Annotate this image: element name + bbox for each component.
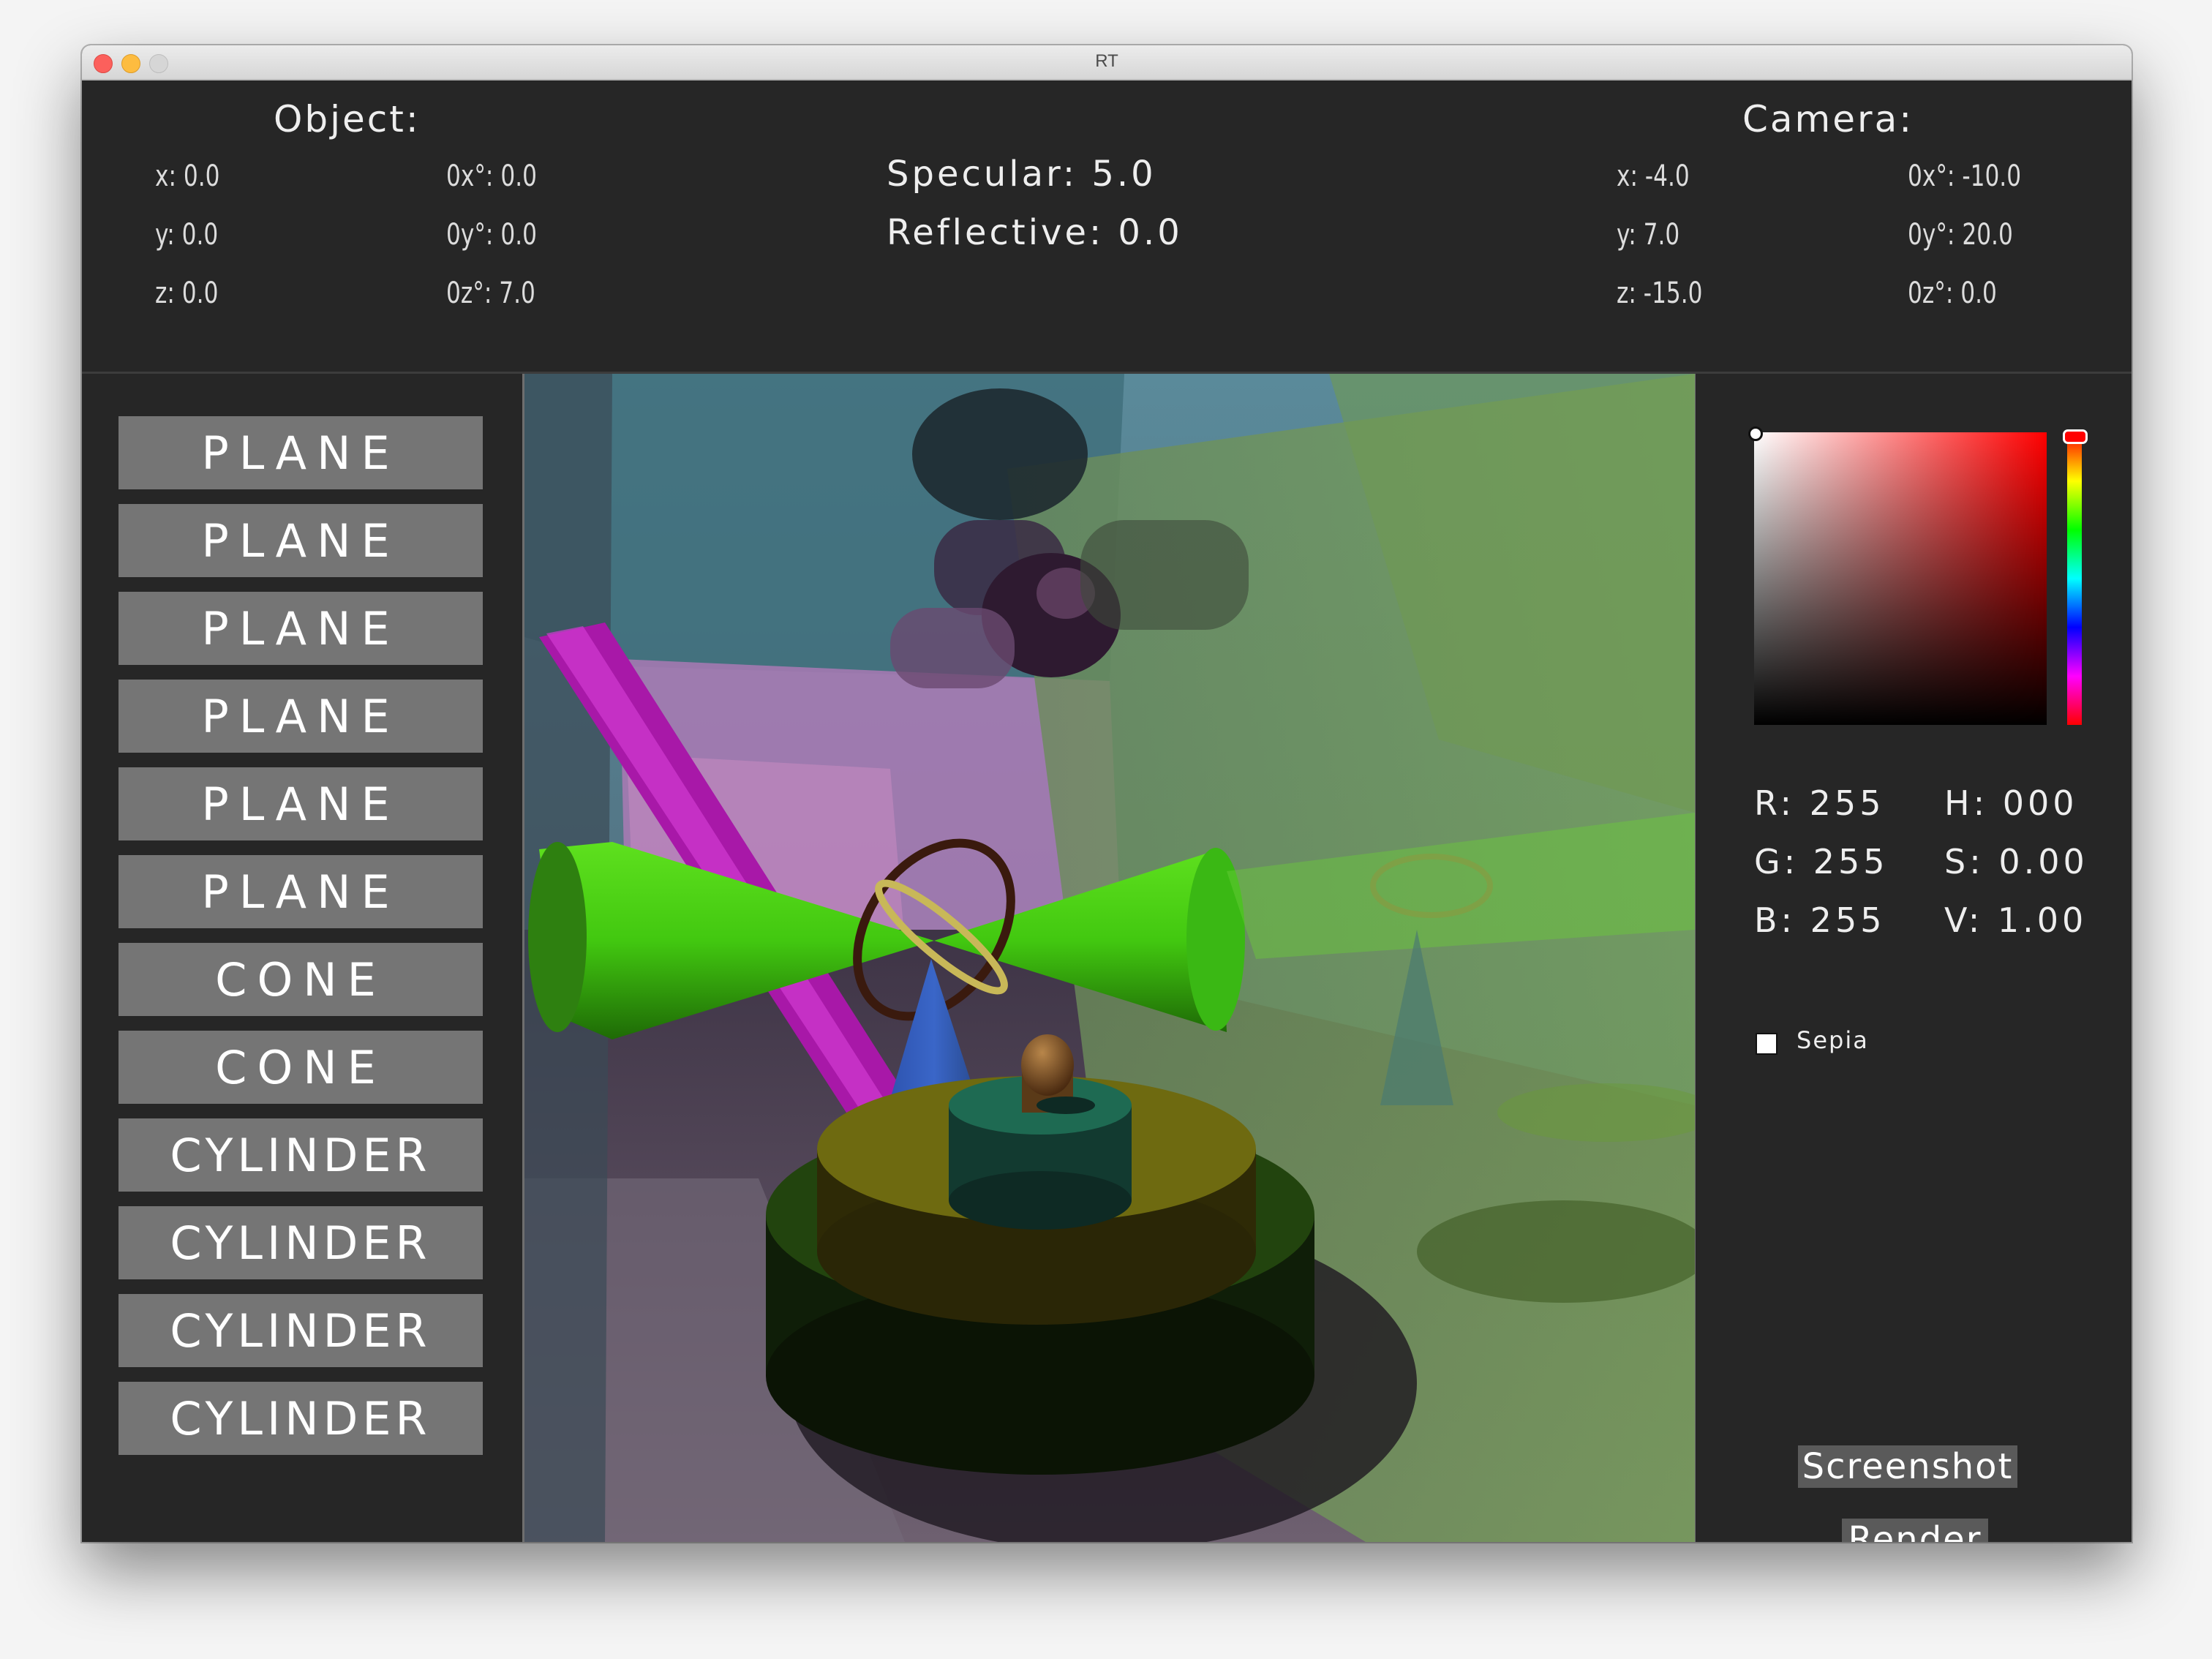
sepia-checkbox[interactable] xyxy=(1756,1033,1778,1055)
object-button-cone[interactable]: CONE xyxy=(118,1031,483,1104)
window-title: RT xyxy=(1095,51,1118,71)
specular-value: Specular: 5.0 xyxy=(887,154,1156,195)
object-y: y: 0.0 xyxy=(155,218,219,252)
hue-slider[interactable] xyxy=(2063,429,2088,725)
camera-x: x: -4.0 xyxy=(1617,159,1690,193)
sepia-label: Sepia xyxy=(1797,1026,1869,1054)
object-z: z: 0.0 xyxy=(155,276,219,310)
object-heading: Object: xyxy=(274,98,421,140)
render-button[interactable]: Render xyxy=(1842,1519,1988,1542)
info-panel: Object: x: 0.0 y: 0.0 z: 0.0 0x°: 0.0 0y… xyxy=(82,80,2132,374)
camera-y: y: 7.0 xyxy=(1617,218,1680,252)
saturation-value: S: 0.00 xyxy=(1944,842,2088,881)
camera-z: z: -15.0 xyxy=(1617,276,1703,310)
object-rotation-z: 0z°: 7.0 xyxy=(446,276,535,310)
rendered-scene xyxy=(524,374,1695,1542)
reflective-value: Reflective: 0.0 xyxy=(887,212,1183,253)
object-button-plane[interactable]: PLANE xyxy=(118,680,483,753)
brightness-value: V: 1.00 xyxy=(1944,900,2088,940)
screenshot-button[interactable]: Screenshot xyxy=(1798,1445,2017,1488)
title-bar: RT xyxy=(82,45,2132,80)
camera-rotation-y: 0y°: 20.0 xyxy=(1908,218,2013,252)
object-rotation-x: 0x°: 0.0 xyxy=(446,159,537,193)
object-button-cylinder[interactable]: CYLINDER xyxy=(118,1118,483,1192)
camera-rotation-x: 0x°: -10.0 xyxy=(1908,159,2022,193)
camera-rotation-z: 0z°: 0.0 xyxy=(1908,276,1997,310)
object-button-cylinder[interactable]: CYLINDER xyxy=(118,1206,483,1279)
hue-slider-handle[interactable] xyxy=(2063,429,2088,444)
object-button-cylinder[interactable]: CYLINDER xyxy=(118,1382,483,1455)
object-button-plane[interactable]: PLANE xyxy=(118,592,483,665)
object-list-panel: PLANE PLANE PLANE PLANE PLANE PLANE CONE… xyxy=(82,374,519,1542)
object-button-plane[interactable]: PLANE xyxy=(118,416,483,489)
camera-heading: Camera: xyxy=(1742,98,1914,140)
red-value: R: 255 xyxy=(1754,783,1885,823)
blue-value: B: 255 xyxy=(1754,900,1886,940)
object-button-cone[interactable]: CONE xyxy=(118,943,483,1016)
object-rotation-y: 0y°: 0.0 xyxy=(446,218,537,252)
object-x: x: 0.0 xyxy=(155,159,220,193)
object-button-cylinder[interactable]: CYLINDER xyxy=(118,1294,483,1367)
green-value: G: 255 xyxy=(1754,842,1889,881)
hue-value: H: 000 xyxy=(1944,783,2078,823)
saturation-value-picker[interactable] xyxy=(1748,426,2047,725)
rt-window: RT Object: x: 0.0 y: 0.0 z: 0.0 0x°: 0.0… xyxy=(82,45,2132,1542)
color-panel: R: 255 G: 255 B: 255 H: 000 S: 0.00 V: 1… xyxy=(1696,374,2132,1542)
color-picker-cursor[interactable] xyxy=(1748,426,1763,441)
object-button-plane[interactable]: PLANE xyxy=(118,504,483,577)
object-button-plane[interactable]: PLANE xyxy=(118,855,483,928)
object-button-plane[interactable]: PLANE xyxy=(118,767,483,840)
render-viewport[interactable] xyxy=(522,374,1697,1542)
